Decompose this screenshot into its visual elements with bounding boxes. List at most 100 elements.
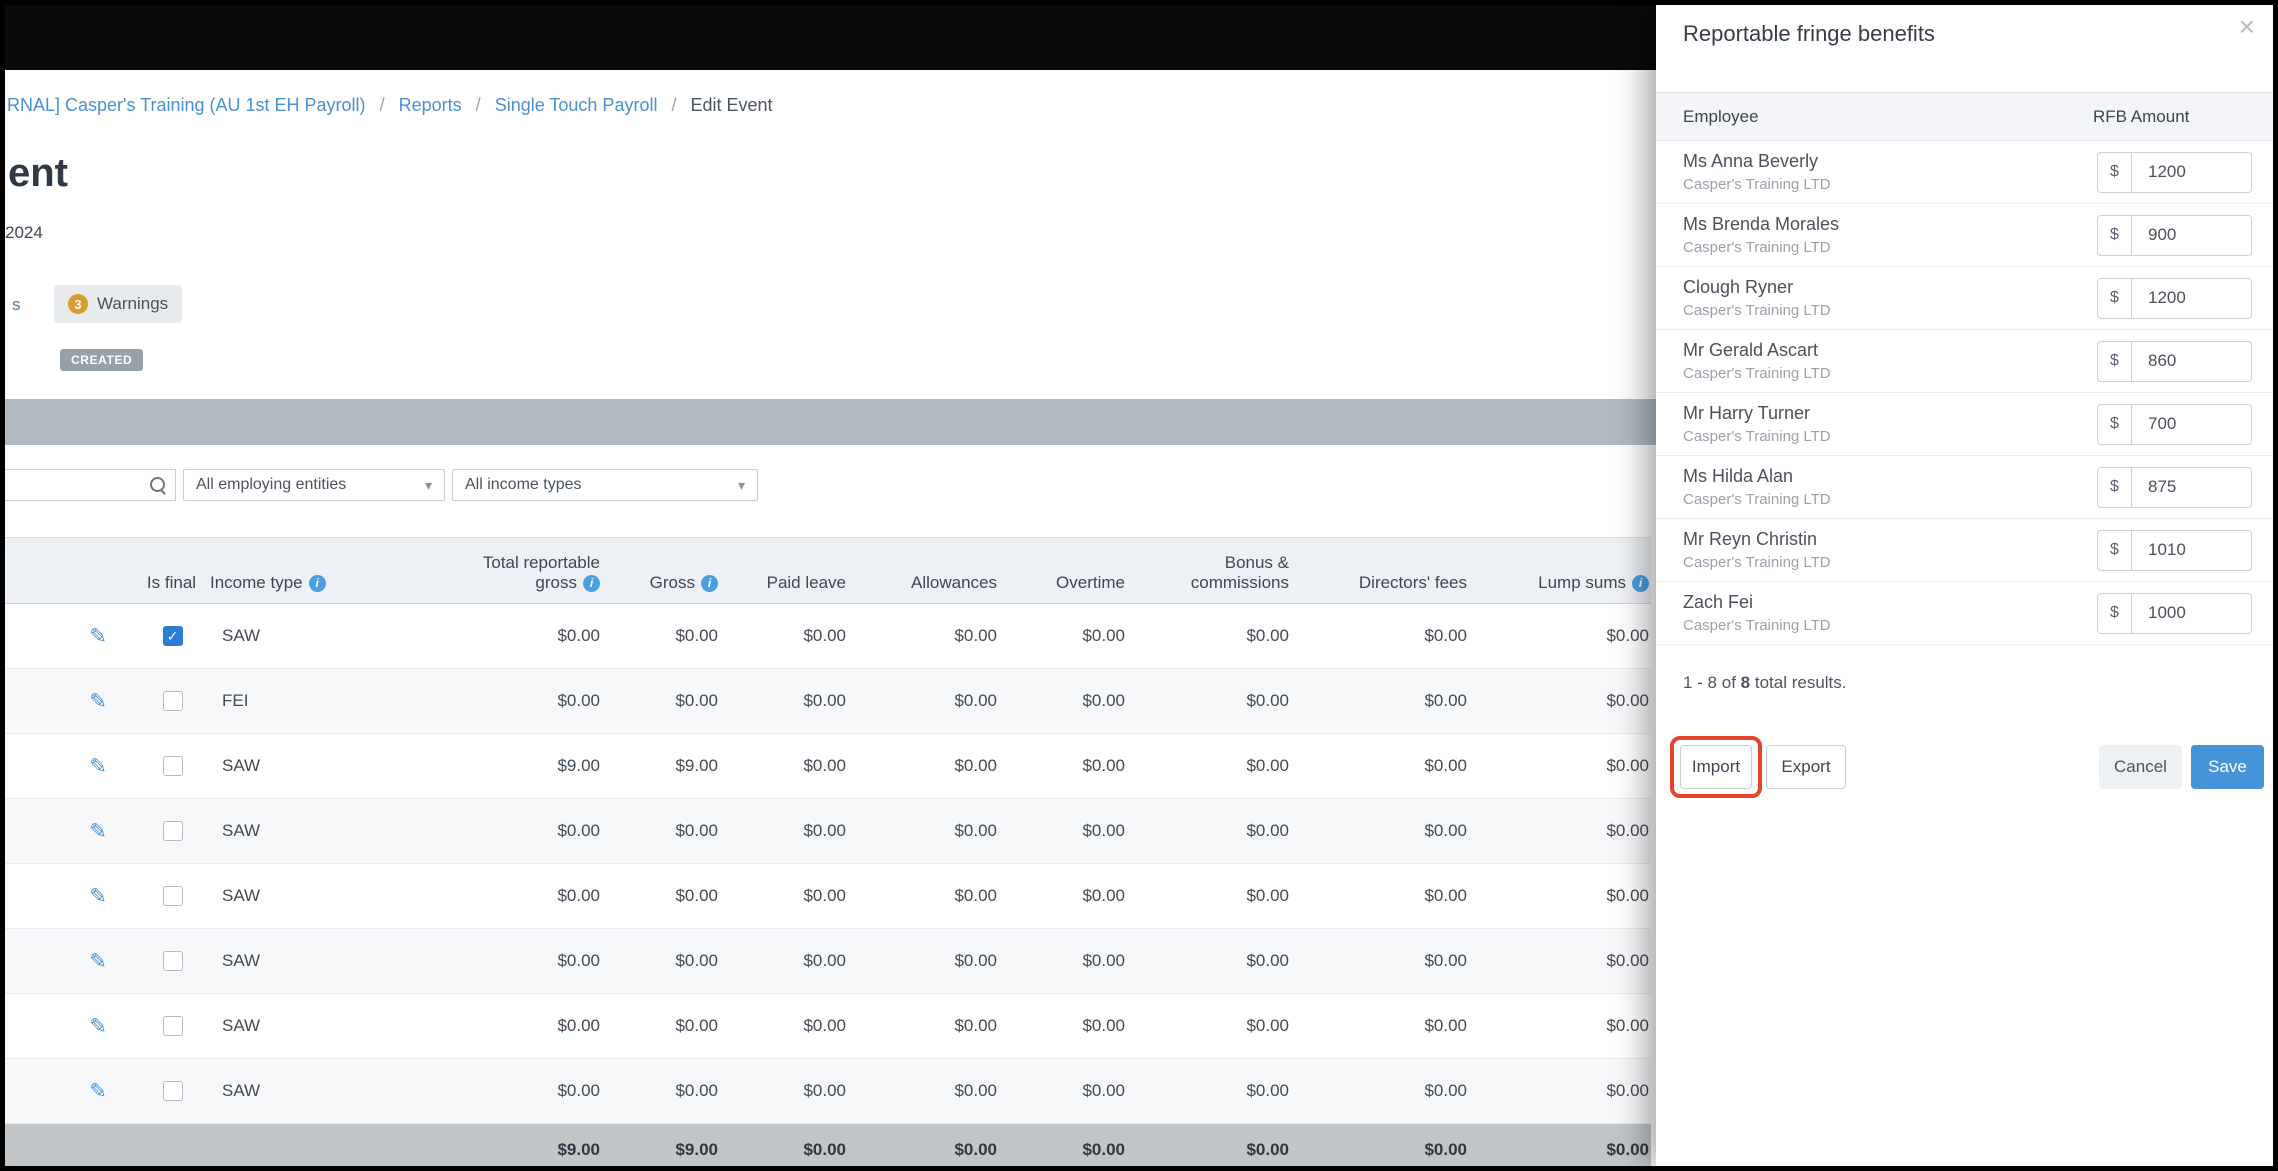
total-reportable-gross-cell: $0.00 (390, 1058, 602, 1124)
employee-company: Casper's Training LTD (1683, 239, 1831, 256)
overtime-total: $0.00 (999, 1123, 1127, 1166)
rfb-amount-input[interactable] (2132, 530, 2251, 570)
edit-pencil-icon[interactable]: ✎ (89, 820, 107, 843)
overtime-cell: $0.00 (999, 1058, 1127, 1124)
is-final-checkbox[interactable]: ✓ (162, 1081, 183, 1102)
is-final-checkbox[interactable]: ✓ (162, 626, 183, 647)
income-types-dropdown[interactable]: All income types ▾ (452, 469, 758, 501)
paid-leave-cell: $0.00 (720, 928, 848, 994)
is-final-checkbox[interactable]: ✓ (162, 1016, 183, 1037)
import-button[interactable]: Import (1680, 745, 1752, 789)
employee-payrun-row: ✎ ✓ SAW $0.00 $0.00 $0.00 $0.00 $0.00 $0… (5, 863, 1651, 929)
is-final-checkbox[interactable]: ✓ (162, 691, 183, 712)
close-icon[interactable]: × (2239, 11, 2255, 43)
employee-search-box (5, 469, 176, 501)
edit-pencil-icon[interactable]: ✎ (89, 690, 107, 713)
currency-prefix: $ (2098, 467, 2132, 507)
lump-sums-cell: $0.00 (1469, 668, 1651, 734)
save-button[interactable]: Save (2191, 745, 2264, 789)
income-type-cell: SAW (210, 928, 390, 994)
bonus-commissions-cell: $0.00 (1127, 603, 1291, 669)
employee-company: Casper's Training LTD (1683, 365, 1831, 382)
directors-fees-cell: $0.00 (1291, 863, 1469, 929)
tab-partial[interactable]: s (12, 295, 21, 315)
search-input[interactable] (5, 471, 148, 501)
rfb-amount-input[interactable] (2132, 341, 2251, 381)
lump-sums-cell: $0.00 (1469, 798, 1651, 864)
is-final-checkbox[interactable]: ✓ (162, 886, 183, 907)
allowances-cell: $0.00 (848, 668, 999, 734)
is-final-checkbox[interactable]: ✓ (162, 756, 183, 777)
check-icon: ✓ (166, 628, 179, 645)
edit-pencil-icon[interactable]: ✎ (89, 755, 107, 778)
rfb-amount-input[interactable] (2132, 593, 2251, 633)
info-icon[interactable]: i (1632, 575, 1649, 592)
total-reportable-gross-cell: $0.00 (390, 863, 602, 929)
rfb-amount-input[interactable] (2132, 215, 2251, 255)
rfb-employee-row: Ms Hilda Alan Casper's Training LTD $ (1656, 456, 2273, 519)
rfb-amount-input-group: $ (2097, 151, 2252, 193)
tab-warnings[interactable]: 3 Warnings (54, 285, 183, 323)
event-date-fragment: 2024 (5, 223, 43, 242)
export-button[interactable]: Export (1766, 745, 1846, 789)
lump-sums-total: $0.00 (1469, 1123, 1651, 1166)
breadcrumb-business-link[interactable]: RNAL] Casper's Training (AU 1st EH Payro… (7, 95, 366, 115)
paid-leave-cell: $0.00 (720, 1058, 848, 1124)
column-header-rfb-amount: RFB Amount (2093, 107, 2190, 126)
info-icon[interactable]: i (308, 575, 326, 592)
employing-entities-dropdown[interactable]: All employing entities ▾ (183, 469, 445, 501)
income-types-dropdown-value: All income types (465, 476, 582, 493)
allowances-cell: $0.00 (848, 928, 999, 994)
overtime-cell: $0.00 (999, 733, 1127, 799)
status-badge: CREATED (60, 349, 144, 371)
income-type-cell: SAW (210, 993, 390, 1059)
employee-payrun-row: ✎ ✓ FEI $0.00 $0.00 $0.00 $0.00 $0.00 $0… (5, 668, 1651, 734)
rfb-employee-row: Mr Reyn Christin Casper's Training LTD $ (1656, 519, 2273, 582)
rfb-amount-input[interactable] (2132, 467, 2251, 507)
edit-pencil-icon[interactable]: ✎ (89, 1015, 107, 1038)
cancel-button[interactable]: Cancel (2099, 745, 2182, 789)
is-final-checkbox[interactable]: ✓ (162, 821, 183, 842)
rfb-amount-input[interactable] (2132, 152, 2251, 192)
bonus-commissions-cell: $0.00 (1127, 993, 1291, 1059)
paid-leave-cell: $0.00 (720, 798, 848, 864)
column-header-edit (5, 537, 135, 604)
edit-pencil-icon[interactable]: ✎ (89, 885, 107, 908)
search-icon (150, 477, 165, 492)
employee-payrun-row: ✎ ✓ SAW $9.00 $9.00 $0.00 $0.00 $0.00 $0… (5, 733, 1651, 799)
rfb-employee-row: Clough Ryner Casper's Training LTD $ (1656, 267, 2273, 330)
employee-company: Casper's Training LTD (1683, 617, 1831, 634)
rfb-amount-input-group: $ (2097, 466, 2252, 508)
overtime-cell: $0.00 (999, 993, 1127, 1059)
breadcrumb-reports-link[interactable]: Reports (399, 95, 462, 115)
column-header-total-reportable-gross: Total reportable gross i (390, 537, 602, 604)
employee-name: Mr Gerald Ascart (1683, 340, 1819, 360)
employee-payrun-row: ✎ ✓ SAW $0.00 $0.00 $0.00 $0.00 $0.00 $0… (5, 928, 1651, 994)
rfb-amount-input[interactable] (2132, 278, 2251, 318)
breadcrumb-stp-link[interactable]: Single Touch Payroll (495, 95, 658, 115)
edit-pencil-icon[interactable]: ✎ (89, 625, 107, 648)
lump-sums-cell: $0.00 (1469, 928, 1651, 994)
rfb-amount-input[interactable] (2132, 404, 2251, 444)
currency-prefix: $ (2098, 152, 2132, 192)
info-icon[interactable]: i (583, 575, 600, 592)
breadcrumb-separator: / (671, 95, 677, 115)
rfb-employee-row: Ms Anna Beverly Casper's Training LTD $ (1656, 141, 2273, 204)
overtime-cell: $0.00 (999, 798, 1127, 864)
employee-name: Ms Anna Beverly (1683, 151, 1819, 171)
employing-entities-dropdown-value: All employing entities (196, 476, 347, 493)
is-final-checkbox[interactable]: ✓ (162, 951, 183, 972)
total-reportable-gross-cell: $0.00 (390, 603, 602, 669)
section-header-band (5, 399, 1656, 445)
breadcrumb: RNAL] Casper's Training (AU 1st EH Payro… (7, 95, 773, 116)
bonus-commissions-cell: $0.00 (1127, 928, 1291, 994)
info-icon[interactable]: i (701, 575, 718, 592)
employee-payrun-row: ✎ ✓ SAW $0.00 $0.00 $0.00 $0.00 $0.00 $0… (5, 993, 1651, 1059)
edit-pencil-icon[interactable]: ✎ (89, 950, 107, 973)
directors-fees-cell: $0.00 (1291, 733, 1469, 799)
directors-fees-cell: $0.00 (1291, 668, 1469, 734)
column-header-employee: Employee (1683, 107, 1759, 126)
edit-pencil-icon[interactable]: ✎ (89, 1080, 107, 1103)
directors-fees-cell: $0.00 (1291, 1058, 1469, 1124)
allowances-total: $0.00 (848, 1123, 999, 1166)
